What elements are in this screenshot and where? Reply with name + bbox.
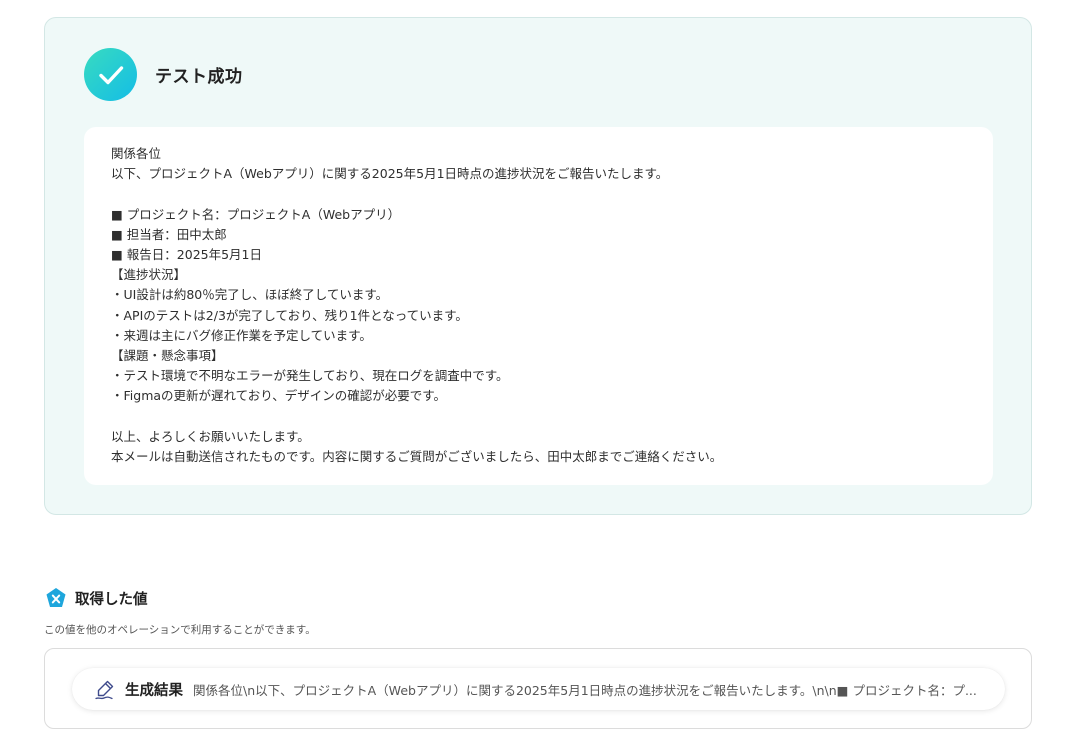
result-message-text: 関係各位 以下、プロジェクトA（Webアプリ）に関する2025年5月1日時点の進… — [111, 144, 981, 467]
message-line: ■ プロジェクト名：プロジェクトA（Webアプリ） — [111, 206, 401, 222]
value-item-generated-result[interactable]: 生成結果 関係各位\n以下、プロジェクトA（Webアプリ）に関する2025年5月… — [72, 668, 1005, 710]
check-icon — [84, 48, 137, 101]
acquired-values-title: 取得した値 — [75, 591, 148, 608]
message-line: 以下、プロジェクトA（Webアプリ）に関する2025年5月1日時点の進捗状況をご… — [111, 166, 669, 182]
message-line: ・Figmaの更新が遅れており、デザインの確認が必要です。 — [111, 388, 447, 404]
message-line: ・テスト環境で不明なエラーが発生しており、現在ログを調査中です。 — [111, 368, 509, 384]
value-text: 関係各位\n以下、プロジェクトA（Webアプリ）に関する2025年5月1日時点の… — [193, 682, 977, 698]
message-line — [111, 184, 981, 204]
acquired-values-header: 取得した値 — [45, 587, 148, 609]
message-line: 【進捗状況】 — [111, 267, 187, 283]
message-line: ・来週は主にバグ修正作業を予定しています。 — [111, 327, 372, 343]
message-line: ■ 担当者：田中太郎 — [111, 226, 227, 242]
result-message-box: 関係各位 以下、プロジェクトA（Webアプリ）に関する2025年5月1日時点の進… — [84, 127, 993, 485]
test-success-panel: テスト成功 関係各位 以下、プロジェクトA（Webアプリ）に関する2025年5月… — [44, 17, 1032, 515]
acquired-values-panel: 生成結果 関係各位\n以下、プロジェクトA（Webアプリ）に関する2025年5月… — [44, 648, 1032, 729]
message-line: 本メールは自動送信されたものです。内容に関するご質問がございましたら、田中太郎ま… — [111, 449, 723, 465]
message-line: 関係各位 — [111, 146, 162, 161]
pen-icon — [94, 678, 116, 700]
success-title: テスト成功 — [155, 67, 243, 87]
acquired-values-description: この値を他のオペレーションで利用することができます。 — [44, 624, 316, 636]
message-line: ■ 報告日：2025年5月1日 — [111, 247, 263, 262]
value-label: 生成結果 — [125, 682, 183, 699]
message-line: ・UI設計は約80％完了し、ほぼ終了しています。 — [111, 287, 389, 303]
message-line: ・APIのテストは2/3が完了しており、残り1件となっています。 — [111, 307, 468, 323]
message-line — [111, 407, 981, 427]
message-line: 【課題・懸念事項】 — [111, 348, 224, 364]
message-line: 以上、よろしくお願いいたします。 — [111, 428, 310, 444]
x-variable-icon — [45, 587, 67, 609]
